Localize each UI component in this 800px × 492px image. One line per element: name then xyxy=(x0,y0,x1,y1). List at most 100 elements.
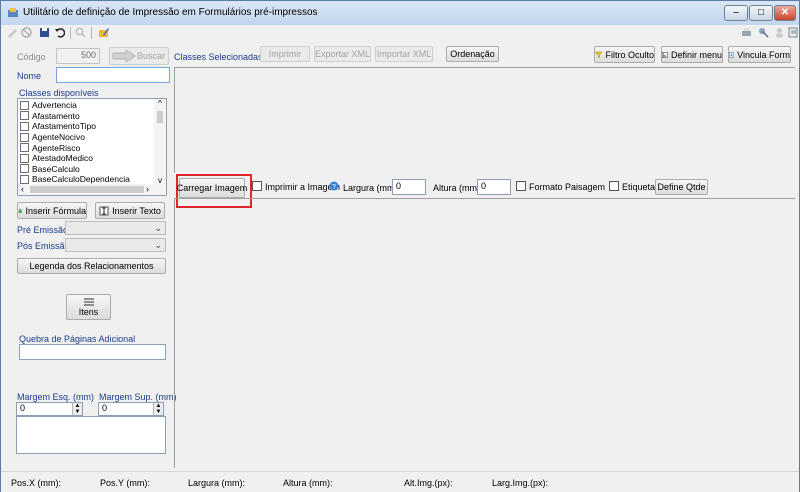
altura-label: Altura (mm): xyxy=(433,183,483,193)
design-canvas[interactable] xyxy=(174,198,795,468)
definir-menu-button[interactable]: Definir menu xyxy=(661,46,723,63)
list-item-checkbox[interactable] xyxy=(20,132,29,142)
itens-button[interactable]: Itens xyxy=(66,294,111,320)
vincula-form-button[interactable]: Vincula Form xyxy=(728,46,791,63)
list-item-label: AtestadoMedico xyxy=(32,153,93,164)
inserir-texto-button[interactable]: Inserir Texto xyxy=(95,202,165,219)
pos-emissao-label: Pós Emissão xyxy=(17,241,70,251)
arrow-right-icon xyxy=(112,49,136,63)
pre-emissao-select[interactable]: ⌄ xyxy=(65,221,166,235)
horizontal-scrollbar[interactable]: ‹ › xyxy=(18,184,166,195)
list-item-checkbox[interactable] xyxy=(20,111,29,121)
quebra-input[interactable] xyxy=(19,344,166,360)
status-posy: Pos.Y (mm): xyxy=(100,478,150,488)
flask-icon xyxy=(18,208,23,213)
app-icon xyxy=(8,8,18,17)
toolbar-separator xyxy=(70,27,71,39)
buscar-label: Buscar xyxy=(136,51,165,61)
undo-icon[interactable] xyxy=(54,27,65,38)
list-item[interactable]: Afastamento xyxy=(18,111,154,122)
ordenacao-button[interactable]: Ordenação xyxy=(446,46,499,62)
tools-icon[interactable] xyxy=(758,27,769,38)
etiqueta-label: Etiqueta xyxy=(622,182,656,192)
filtro-oculto-button[interactable]: Filtro Oculto xyxy=(594,46,655,63)
print-icon[interactable] xyxy=(741,27,752,38)
list-icon xyxy=(83,298,94,306)
largura-input[interactable]: 0 xyxy=(392,179,426,195)
list-item-label: BaseCalculoDependencia xyxy=(32,174,130,185)
help-icon[interactable]: ? xyxy=(329,181,339,191)
folder-edit-icon[interactable] xyxy=(98,27,109,38)
list-item-label: AgenteRisco xyxy=(32,142,81,153)
classes-disponiveis-list[interactable]: Advertencia Afastamento AfastamentoTipo Age… xyxy=(17,98,167,196)
imprimir-button[interactable]: Imprimir xyxy=(260,46,310,62)
vertical-scrollbar[interactable]: ^ v xyxy=(154,99,166,185)
list-item-checkbox[interactable] xyxy=(20,121,29,131)
margem-sup-spinner[interactable]: ▲ ▼ xyxy=(153,403,163,415)
text-cursor-icon xyxy=(99,206,109,215)
exit-icon[interactable] xyxy=(788,27,799,38)
link-form-icon xyxy=(729,51,735,58)
list-item-label: Advertencia xyxy=(32,100,77,111)
inserir-formula-label: Inserir Fórmula xyxy=(25,205,86,216)
close-button[interactable]: ✕ xyxy=(774,5,796,21)
legenda-button[interactable]: Legenda dos Relacionamentos xyxy=(17,258,166,274)
list-item-label: AgenteNocivo xyxy=(32,132,85,143)
list-item[interactable]: BaseCalculo xyxy=(18,164,154,175)
carregar-imagem-button[interactable]: Carregar Imagem xyxy=(177,178,247,198)
altura-input[interactable]: 0 xyxy=(477,179,511,195)
list-item[interactable]: AtestadoMedico xyxy=(18,153,154,164)
margem-esq-input[interactable]: 0 ▲ ▼ xyxy=(16,402,83,416)
list-item-label: Afastamento xyxy=(32,110,80,121)
imprimir-imagem-checkbox[interactable] xyxy=(252,181,262,191)
list-item-label: AfastamentoTipo xyxy=(32,121,96,132)
nome-input[interactable] xyxy=(56,67,170,83)
menu-cursor-icon xyxy=(662,51,668,58)
scroll-right-icon[interactable]: › xyxy=(146,184,149,194)
inserir-formula-button[interactable]: Inserir Fórmula xyxy=(17,202,87,219)
margem-sup-label: Margem Sup. (mm) xyxy=(99,392,177,402)
buscar-button[interactable]: Buscar xyxy=(109,47,169,65)
scroll-left-icon[interactable]: ‹ xyxy=(21,184,24,194)
define-qtde-button[interactable]: Define Qtde xyxy=(655,179,708,195)
pos-emissao-select[interactable]: ⌄ xyxy=(65,238,166,252)
list-item-checkbox[interactable] xyxy=(20,143,29,153)
list-item-checkbox[interactable] xyxy=(20,164,29,174)
formato-paisagem-label: Formato Paisagem xyxy=(529,182,606,192)
status-altura: Altura (mm): xyxy=(283,478,333,488)
scroll-up-icon[interactable]: ^ xyxy=(154,99,166,109)
codigo-input[interactable]: 500 xyxy=(56,48,100,64)
list-item[interactable]: Advertencia xyxy=(18,100,154,111)
margem-esq-spinner[interactable]: ▲ ▼ xyxy=(72,403,82,415)
status-alt-img: Alt.Img.(px): xyxy=(404,478,453,488)
margem-textarea[interactable] xyxy=(16,416,166,454)
maximize-button[interactable]: □ xyxy=(749,5,773,21)
user-icon[interactable] xyxy=(774,27,785,38)
margem-sup-value: 0 xyxy=(102,403,108,413)
list-item[interactable]: AfastamentoTipo xyxy=(18,121,154,132)
list-item[interactable]: AgenteNocivo xyxy=(18,132,154,143)
list-item-checkbox[interactable] xyxy=(20,153,29,163)
minimize-button[interactable]: – xyxy=(724,5,748,21)
title-bar: Utilitário de definição de Impressão em … xyxy=(1,1,799,25)
edit-icon[interactable] xyxy=(7,27,18,38)
margem-esq-value: 0 xyxy=(20,403,26,413)
list-item-checkbox[interactable] xyxy=(20,174,29,184)
classes-selecionadas-label: Classes Selecionadas xyxy=(174,52,263,62)
scroll-thumb[interactable] xyxy=(157,111,163,123)
importar-xml-button[interactable]: Importar XML xyxy=(375,46,433,62)
cancel-icon[interactable] xyxy=(21,27,32,38)
search-icon[interactable] xyxy=(75,27,86,38)
main-window: Utilitário de definição de Impressão em … xyxy=(0,0,800,492)
formato-paisagem-checkbox[interactable] xyxy=(516,181,526,191)
status-bar: Pos.X (mm): Pos.Y (mm): Largura (mm): Al… xyxy=(1,471,799,492)
list-item-checkbox[interactable] xyxy=(20,100,29,110)
classes-selecionadas-panel[interactable] xyxy=(174,67,795,173)
pre-emissao-label: Pré Emissão xyxy=(17,225,69,235)
list-item[interactable]: AgenteRisco xyxy=(18,142,154,153)
etiqueta-checkbox[interactable] xyxy=(609,181,619,191)
exportar-xml-button[interactable]: Exportar XML xyxy=(314,46,371,62)
save-icon[interactable] xyxy=(39,27,50,38)
hscroll-thumb[interactable] xyxy=(30,186,144,193)
margem-sup-input[interactable]: 0 ▲ ▼ xyxy=(98,402,164,416)
